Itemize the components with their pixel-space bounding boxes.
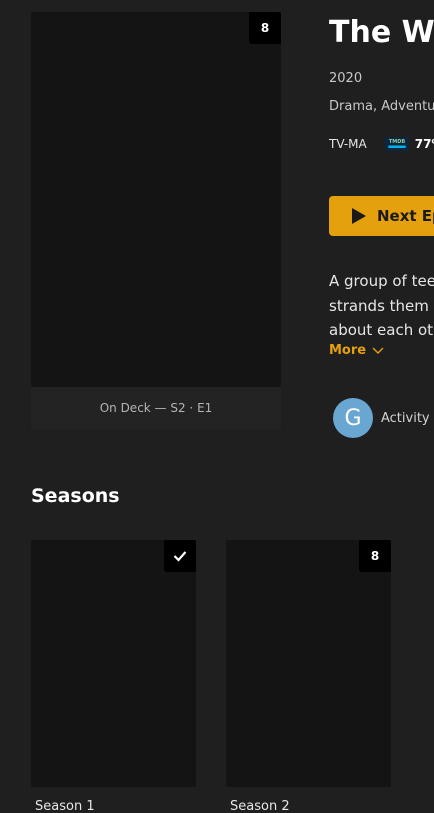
play-icon xyxy=(352,208,366,224)
summary-line: about each other xyxy=(329,321,434,339)
poster-image[interactable] xyxy=(31,12,281,387)
checkmark-icon xyxy=(173,551,187,562)
svg-text:TMDB: TMDB xyxy=(389,139,406,145)
show-genres: Drama, Adventure xyxy=(329,99,434,114)
season-label[interactable]: Season 1 xyxy=(35,799,95,813)
ratings-row: TV-MA TMDB 77% xyxy=(329,134,434,154)
season-card[interactable] xyxy=(31,540,196,787)
watched-badge xyxy=(164,540,196,572)
summary-line: strands them on xyxy=(329,296,434,315)
more-label: More xyxy=(329,343,367,358)
play-button-label: Next Episode xyxy=(377,207,434,225)
content-rating: TV-MA xyxy=(329,137,367,151)
show-title: The Witcher xyxy=(329,15,434,50)
summary-line: A group of teenagers xyxy=(329,272,434,290)
unwatched-count-badge: 8 xyxy=(359,540,391,572)
on-deck-label[interactable]: On Deck — S2 · E1 xyxy=(31,387,281,429)
tmdb-icon: TMDB xyxy=(384,137,409,151)
season-card[interactable]: 8 xyxy=(226,540,391,787)
show-detail-page: 8 On Deck — S2 · E1 The Witcher 2020 Dra… xyxy=(0,0,434,813)
seasons-heading: Seasons xyxy=(31,485,120,507)
tmdb-score: 77% xyxy=(414,137,434,151)
season-label[interactable]: Season 2 xyxy=(230,799,290,813)
activity-label: Activity xyxy=(381,410,430,426)
chevron-down-icon xyxy=(372,347,384,354)
show-year: 2020 xyxy=(329,71,363,86)
summary-text: A group of teenagers strands them on abo… xyxy=(329,269,434,343)
poster-card[interactable]: 8 On Deck — S2 · E1 xyxy=(31,12,281,429)
unwatched-count-badge: 8 xyxy=(249,12,281,44)
more-toggle[interactable]: More xyxy=(329,343,384,358)
avatar[interactable]: G xyxy=(333,398,373,438)
activity-row[interactable]: G Activity xyxy=(333,398,430,438)
play-next-episode-button[interactable]: Next Episode xyxy=(329,196,434,236)
